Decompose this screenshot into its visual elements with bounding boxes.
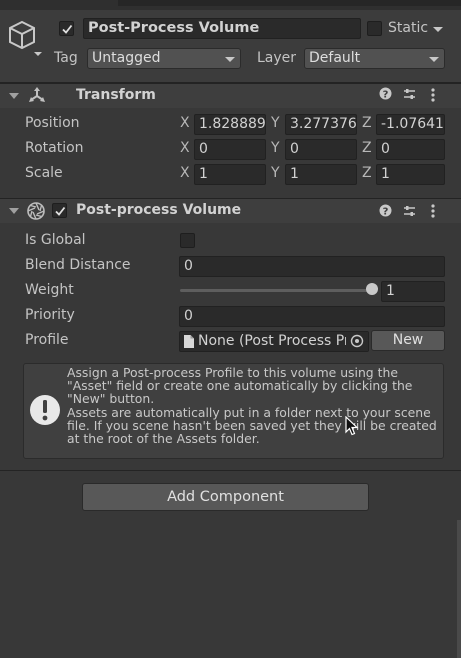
help-message: Assign a Post-process Profile to this vo…	[67, 365, 437, 447]
active-toggle[interactable]	[59, 21, 74, 36]
rotation-x-field[interactable]: 0	[194, 139, 266, 160]
position-x-field[interactable]: 1.828889	[194, 114, 266, 135]
preset-icon[interactable]	[403, 205, 416, 222]
transform-header[interactable]: Transform ?	[0, 83, 461, 108]
foldout-arrow-icon[interactable]	[9, 208, 19, 214]
gameobject-header: Post-Process Volume Static Tag Untagged …	[0, 10, 461, 83]
kebab-menu-icon[interactable]	[431, 204, 435, 222]
axis-x-label: X	[180, 165, 190, 181]
object-name-field[interactable]: Post-Process Volume	[83, 18, 361, 39]
static-dropdown-icon[interactable]	[433, 27, 443, 32]
object-picker-button[interactable]	[346, 332, 368, 351]
inspector-top-strip	[0, 0, 461, 10]
inspector-empty-area	[0, 525, 461, 658]
axis-y-label: Y	[271, 140, 280, 156]
kebab-menu-icon[interactable]	[431, 88, 435, 106]
gameobject-cube-icon[interactable]	[8, 20, 42, 60]
rotation-label: Rotation	[25, 140, 84, 156]
volume-header[interactable]: Post-process Volume ?	[0, 198, 461, 223]
tag-label: Tag	[54, 50, 78, 66]
add-component-button[interactable]: Add Component	[82, 483, 369, 511]
info-icon	[29, 394, 61, 430]
weight-label: Weight	[25, 282, 74, 298]
is-global-toggle[interactable]	[180, 233, 195, 248]
axis-z-label: Z	[362, 165, 372, 181]
axis-z-label: Z	[362, 140, 372, 156]
scale-y-field[interactable]: 1	[285, 164, 357, 185]
weight-slider-track[interactable]	[180, 289, 372, 292]
blend-distance-field[interactable]: 0	[179, 256, 445, 277]
layer-dropdown[interactable]: Default	[304, 48, 445, 69]
profile-value: None (Post Process Profile)	[198, 333, 369, 349]
help-icon[interactable]: ?	[379, 204, 392, 221]
axis-x-label: X	[180, 140, 190, 156]
help-icon[interactable]: ?	[379, 87, 392, 104]
new-profile-button[interactable]: New	[371, 330, 445, 351]
chevron-down-icon	[429, 57, 439, 62]
weight-slider-thumb[interactable]	[366, 283, 378, 295]
inspector-tab-bar	[118, 0, 461, 6]
blend-distance-label: Blend Distance	[25, 257, 131, 273]
tag-dropdown[interactable]: Untagged	[87, 48, 241, 69]
help-box: Assign a Post-process Profile to this vo…	[23, 363, 444, 459]
position-label: Position	[25, 115, 80, 131]
scale-label: Scale	[25, 165, 63, 181]
target-picker-icon	[350, 334, 364, 348]
volume-title: Post-process Volume	[76, 202, 242, 218]
position-y-field[interactable]: 3.277376	[285, 114, 357, 135]
axis-y-label: Y	[271, 115, 280, 131]
aperture-icon	[27, 202, 45, 224]
scale-z-field[interactable]: 1	[376, 164, 445, 185]
document-icon	[184, 335, 194, 351]
priority-label: Priority	[25, 307, 75, 323]
mouse-cursor-icon	[345, 415, 359, 440]
rotation-z-field[interactable]: 0	[376, 139, 445, 160]
chevron-down-icon	[225, 57, 235, 62]
layer-value: Default	[309, 50, 361, 66]
transform-icon	[29, 87, 45, 107]
section-divider	[0, 470, 461, 471]
checkmark-icon	[61, 24, 72, 34]
static-toggle[interactable]	[367, 21, 382, 36]
axis-z-label: Z	[362, 115, 372, 131]
preset-icon[interactable]	[403, 88, 416, 105]
svg-text:?: ?	[383, 207, 389, 218]
axis-x-label: X	[180, 115, 190, 131]
transform-title: Transform	[76, 87, 156, 103]
static-label: Static	[388, 20, 429, 36]
priority-field[interactable]: 0	[179, 306, 445, 327]
rotation-y-field[interactable]: 0	[285, 139, 357, 160]
svg-text:?: ?	[383, 90, 389, 101]
layer-label: Layer	[257, 50, 297, 66]
foldout-arrow-icon[interactable]	[9, 93, 19, 99]
panel-edge	[457, 520, 461, 658]
volume-enabled-toggle[interactable]	[52, 203, 67, 218]
weight-field[interactable]: 1	[381, 281, 445, 302]
position-z-field[interactable]: -1.07641	[376, 114, 445, 135]
tag-value: Untagged	[92, 50, 161, 66]
is-global-label: Is Global	[25, 232, 86, 248]
profile-object-field[interactable]: None (Post Process Profile)	[179, 331, 369, 352]
checkmark-icon	[54, 206, 65, 216]
scale-x-field[interactable]: 1	[194, 164, 266, 185]
profile-label: Profile	[25, 332, 69, 348]
axis-y-label: Y	[271, 165, 280, 181]
